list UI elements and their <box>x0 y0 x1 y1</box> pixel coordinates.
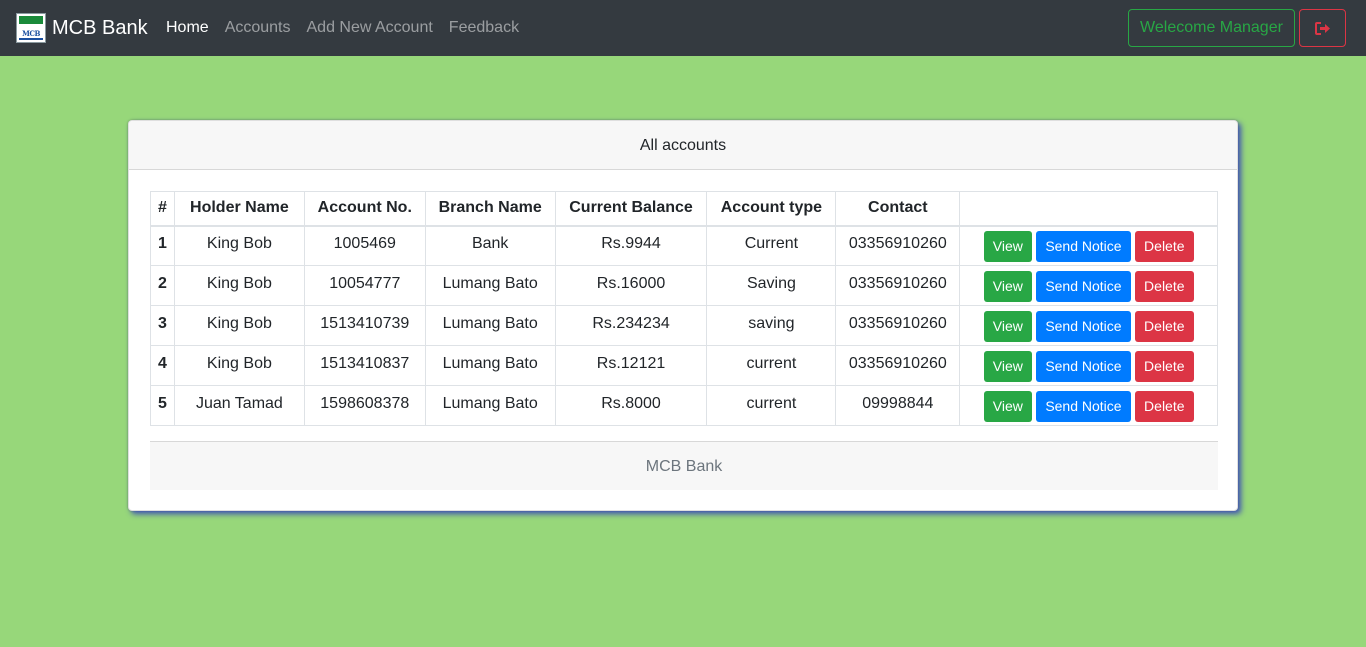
col-header-current-balance: Current Balance <box>554 191 708 227</box>
send-notice-button[interactable]: Send Notice <box>1036 271 1131 302</box>
row-actions: View Send Notice Delete <box>959 305 1218 346</box>
row-actions: View Send Notice Delete <box>959 265 1218 306</box>
col-header-account-type: Account type <box>706 191 837 227</box>
nav-home[interactable]: Home <box>166 19 209 37</box>
table-row: 4 King Bob 1513410837 Lumang Bato Rs.121… <box>150 345 1218 386</box>
row-number: 3 <box>150 305 175 346</box>
nav-accounts[interactable]: Accounts <box>225 19 291 37</box>
card-header: All accounts <box>129 121 1237 170</box>
col-header-actions <box>959 191 1218 227</box>
branch-name: Lumang Bato <box>424 305 556 346</box>
current-balance: Rs.12121 <box>554 345 708 386</box>
account-number: 10054777 <box>303 265 426 306</box>
send-notice-button[interactable]: Send Notice <box>1036 231 1131 263</box>
current-balance: Rs.16000 <box>554 265 708 306</box>
row-number: 5 <box>150 385 175 426</box>
nav-feedback[interactable]: Feedback <box>449 19 519 37</box>
view-button[interactable]: View <box>983 231 1032 263</box>
branch-name: Lumang Bato <box>424 385 556 426</box>
contact: 03356910260 <box>835 265 961 306</box>
send-notice-button[interactable]: Send Notice <box>1036 391 1131 422</box>
accounts-table: # Holder Name Account No. Branch Name Cu… <box>150 191 1218 426</box>
sign-out-icon <box>1315 22 1330 35</box>
welcome-manager-button[interactable]: Welecome Manager <box>1128 9 1295 47</box>
account-number: 1598608378 <box>303 385 426 426</box>
row-number: 2 <box>150 265 175 306</box>
col-header-number: # <box>150 191 175 227</box>
holder-name: King Bob <box>173 345 305 386</box>
delete-button[interactable]: Delete <box>1135 231 1194 263</box>
delete-button[interactable]: Delete <box>1135 351 1194 382</box>
table-header-row: # Holder Name Account No. Branch Name Cu… <box>150 191 1218 227</box>
delete-button[interactable]: Delete <box>1135 391 1194 422</box>
account-type: current <box>706 345 837 386</box>
send-notice-button[interactable]: Send Notice <box>1036 311 1131 342</box>
table-row: 1 King Bob 1005469 Bank Rs.9944 Current … <box>150 225 1218 266</box>
card-footer: MCB Bank <box>150 441 1218 490</box>
nav-links: Home Accounts Add New Account Feedback <box>166 0 535 56</box>
holder-name: King Bob <box>173 225 305 266</box>
row-actions: View Send Notice Delete <box>959 385 1218 426</box>
delete-button[interactable]: Delete <box>1135 271 1194 302</box>
brand-name: MCB Bank <box>52 17 148 39</box>
current-balance: Rs.234234 <box>554 305 708 346</box>
delete-button[interactable]: Delete <box>1135 311 1194 342</box>
col-header-account-no: Account No. <box>303 191 426 227</box>
account-number: 1005469 <box>303 225 426 266</box>
send-notice-button[interactable]: Send Notice <box>1036 351 1131 382</box>
mcb-logo-icon: MCB <box>16 13 46 43</box>
account-type: current <box>706 385 837 426</box>
contact: 03356910260 <box>835 305 961 346</box>
table-row: 3 King Bob 1513410739 Lumang Bato Rs.234… <box>150 305 1218 346</box>
view-button[interactable]: View <box>983 311 1032 342</box>
col-header-branch-name: Branch Name <box>424 191 556 227</box>
contact: 03356910260 <box>835 345 961 386</box>
account-type: saving <box>706 305 837 346</box>
col-header-holder-name: Holder Name <box>173 191 305 227</box>
contact: 09998844 <box>835 385 961 426</box>
branch-name: Lumang Bato <box>424 265 556 306</box>
nav-add-new-account[interactable]: Add New Account <box>307 19 433 37</box>
current-balance: Rs.9944 <box>554 225 708 266</box>
view-button[interactable]: View <box>983 351 1032 382</box>
row-number: 4 <box>150 345 175 386</box>
view-button[interactable]: View <box>983 271 1032 302</box>
account-number: 1513410739 <box>303 305 426 346</box>
table-row: 5 Juan Tamad 1598608378 Lumang Bato Rs.8… <box>150 385 1218 426</box>
branch-name: Bank <box>424 225 556 266</box>
contact: 03356910260 <box>835 225 961 266</box>
account-type: Current <box>706 225 837 266</box>
holder-name: Juan Tamad <box>173 385 305 426</box>
account-type: Saving <box>706 265 837 306</box>
account-number: 1513410837 <box>303 345 426 386</box>
logout-button[interactable] <box>1299 9 1346 47</box>
row-actions: View Send Notice Delete <box>959 225 1218 266</box>
brand-link[interactable]: MCB MCB Bank <box>16 13 148 43</box>
navbar: MCB MCB Bank Home Accounts Add New Accou… <box>0 0 1366 56</box>
current-balance: Rs.8000 <box>554 385 708 426</box>
col-header-contact: Contact <box>835 191 961 227</box>
holder-name: King Bob <box>173 265 305 306</box>
table-row: 2 King Bob 10054777 Lumang Bato Rs.16000… <box>150 265 1218 306</box>
branch-name: Lumang Bato <box>424 345 556 386</box>
holder-name: King Bob <box>173 305 305 346</box>
row-actions: View Send Notice Delete <box>959 345 1218 386</box>
row-number: 1 <box>150 225 175 266</box>
accounts-card: All accounts # Holder Name Account No. B… <box>128 120 1238 511</box>
view-button[interactable]: View <box>983 391 1032 422</box>
